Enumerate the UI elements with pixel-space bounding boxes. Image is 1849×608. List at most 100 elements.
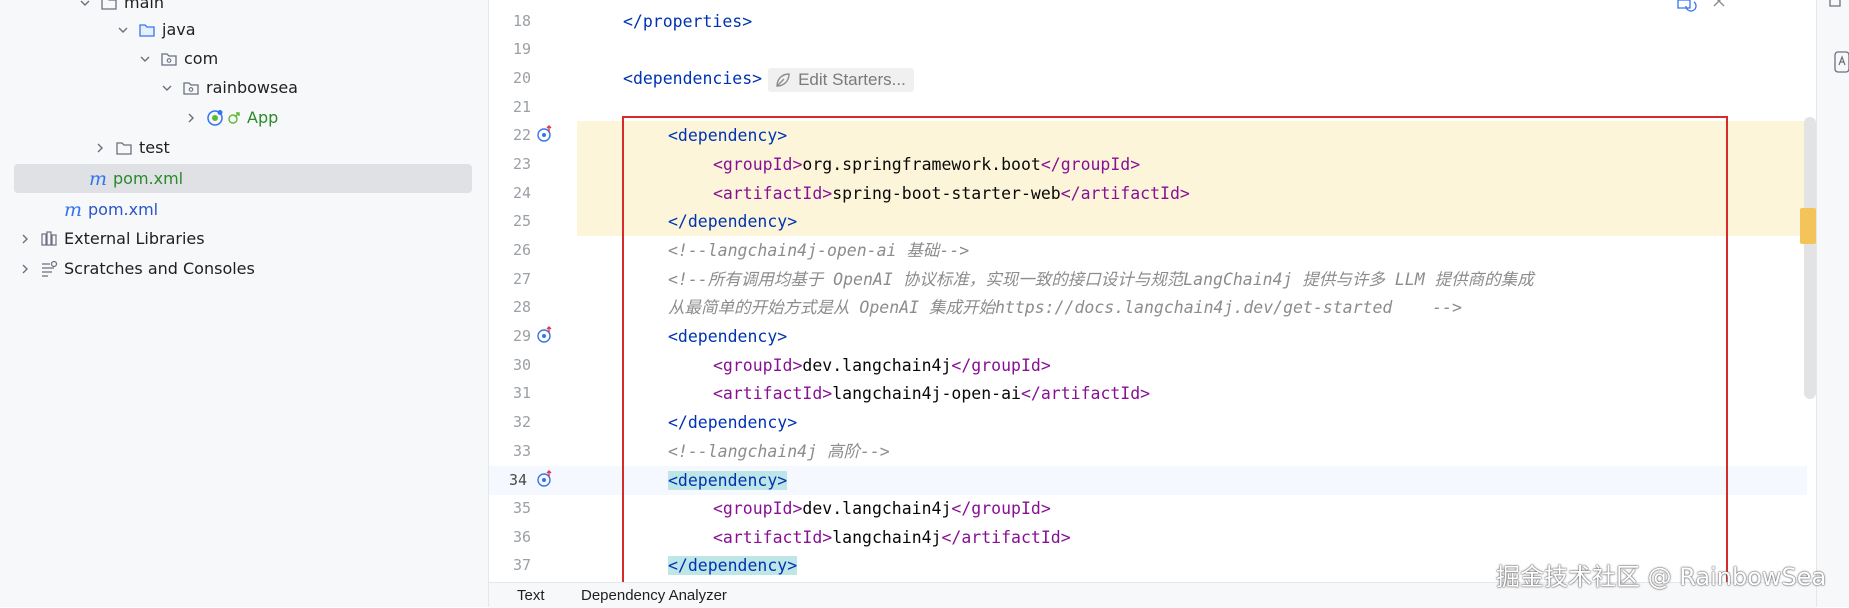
tree-item-label: main xyxy=(124,0,164,12)
code-line-18: </properties> xyxy=(623,7,752,36)
xml-tag: <groupId> xyxy=(713,155,803,174)
xml-bracket: > xyxy=(752,69,763,88)
ai-assistant-icon[interactable] xyxy=(1833,50,1849,74)
tree-item-label: External Libraries xyxy=(64,229,205,248)
code-line-34: <dependency> xyxy=(668,466,788,495)
tab-text[interactable]: Text xyxy=(517,587,545,604)
chevron-right-icon[interactable] xyxy=(184,111,198,125)
scrollbar-marker xyxy=(1800,208,1816,244)
xml-value: langchain4j xyxy=(832,528,942,547)
close-icon[interactable] xyxy=(1712,0,1726,8)
line-number: 22 xyxy=(512,126,531,144)
project-tree: main java com rainbowsea App test m pom.… xyxy=(0,0,489,607)
spring-class-icon xyxy=(206,109,224,127)
line-number: 30 xyxy=(512,356,531,374)
code-line-33: <!--langchain4j 高阶--> xyxy=(668,437,890,466)
edit-starters-hint[interactable]: Edit Starters... xyxy=(768,67,914,92)
xml-tag-matched: <dependency> xyxy=(668,471,788,490)
code-line-23: <groupId>org.springframework.boot</group… xyxy=(713,150,1140,179)
line-number: 32 xyxy=(512,413,531,431)
xml-tag: </artifactId> xyxy=(1020,384,1151,403)
tree-item-label: rainbowsea xyxy=(206,78,298,97)
chevron-down-icon[interactable] xyxy=(138,52,152,66)
package-icon xyxy=(182,79,200,97)
xml-tag: <artifactId> xyxy=(713,184,833,203)
code-line-32: </dependency> xyxy=(668,408,797,437)
xml-tag: </artifactId> xyxy=(1060,184,1190,203)
code-line-37: </dependency> xyxy=(668,551,798,580)
xml-tag: <groupId> xyxy=(713,499,803,518)
watermark: 掘金技术社区 @ RainbowSea xyxy=(1496,563,1827,591)
chevron-right-icon[interactable] xyxy=(18,262,32,276)
tree-item-external-libraries[interactable]: External Libraries xyxy=(0,224,506,253)
xml-tag: </dependency> xyxy=(668,413,798,432)
xml-tag: dependencies xyxy=(632,69,753,88)
code-line-20: <dependencies> Edit Starters... xyxy=(623,64,914,93)
line-number: 26 xyxy=(512,241,531,259)
editor-toolbar xyxy=(1676,0,1736,14)
comment-link[interactable]: https://docs.langchain4j.dev/get-started xyxy=(995,298,1392,317)
code-line-25: </dependency> xyxy=(668,207,797,236)
code-line-31: <artifactId>langchain4j-open-ai</artifac… xyxy=(713,379,1150,408)
tab-dependency-analyzer[interactable]: Dependency Analyzer xyxy=(581,587,727,604)
code-line-26: <!--langchain4j-open-ai 基础--> xyxy=(668,236,969,265)
xml-tag: </groupId> xyxy=(1040,155,1141,174)
maven-reload-icon[interactable] xyxy=(1676,0,1698,12)
xml-comment: <!--langchain4j 高阶--> xyxy=(668,442,890,461)
tree-item-label: Scratches and Consoles xyxy=(64,259,255,278)
tree-item-label: com xyxy=(184,49,219,68)
line-number: 24 xyxy=(512,184,531,202)
xml-comment: <!--所有调用均基于 OpenAI 协议标准，实现一致的接口设计与规范Lang… xyxy=(668,270,1534,289)
xml-tag: </groupId> xyxy=(951,356,1051,375)
line-number: 37 xyxy=(512,556,531,574)
xml-tag-matched: </dependency> xyxy=(668,556,798,575)
overrides-managed-version-icon[interactable] xyxy=(536,326,554,344)
xml-value: org.springframework.boot xyxy=(802,155,1041,174)
tree-item-root-pom[interactable]: m pom.xml xyxy=(0,195,552,224)
line-number: 36 xyxy=(512,528,531,546)
code-line-27: <!--所有调用均基于 OpenAI 协议标准，实现一致的接口设计与规范Lang… xyxy=(668,265,1534,294)
overrides-managed-version-icon[interactable] xyxy=(536,470,554,488)
xml-tag: <groupId> xyxy=(713,356,803,375)
chevron-down-icon[interactable] xyxy=(116,23,130,37)
xml-tag: <artifactId> xyxy=(713,384,833,403)
code-line-24: <artifactId>spring-boot-starter-web</art… xyxy=(713,179,1190,208)
xml-value: dev.langchain4j xyxy=(802,499,952,518)
code-line-28: 从最简单的开始方式是从 OpenAI 集成开始https://docs.lang… xyxy=(668,293,1462,322)
editor-gutter: 18 19 20 21 22 23 24 25 26 27 28 29 30 3… xyxy=(489,0,577,582)
package-icon xyxy=(160,50,178,68)
chevron-down-icon[interactable] xyxy=(160,81,174,95)
spring-leaf-icon xyxy=(776,72,790,87)
tree-item-label: App xyxy=(247,108,279,127)
maven-icon: m xyxy=(64,198,83,221)
source-folder-icon xyxy=(138,21,156,39)
chevron-right-icon[interactable] xyxy=(93,141,107,155)
xml-comment: --> xyxy=(1392,298,1462,317)
selection-highlight xyxy=(14,164,472,193)
chevron-down-icon[interactable] xyxy=(78,0,92,10)
folder-icon xyxy=(115,139,133,157)
line-number-current: 34 xyxy=(489,466,577,495)
tree-item-label: pom.xml xyxy=(113,169,184,188)
line-number: 25 xyxy=(512,212,531,230)
line-number: 19 xyxy=(512,40,531,58)
xml-tag: </artifactId> xyxy=(941,528,1071,547)
code-editor[interactable]: </properties> <dependencies> Edit Starter… xyxy=(577,0,1807,582)
maven-icon: m xyxy=(89,167,108,190)
folder-icon xyxy=(100,0,118,12)
xml-bracket: < xyxy=(623,69,633,88)
tree-item-label: pom.xml xyxy=(88,200,159,219)
tree-item-scratches[interactable]: Scratches and Consoles xyxy=(0,254,506,283)
xml-comment: 从最简单的开始方式是从 OpenAI 集成开始 xyxy=(668,298,995,317)
xml-tag: <dependency> xyxy=(668,126,788,145)
line-number: 29 xyxy=(512,327,531,345)
code-line-22: <dependency> xyxy=(668,121,787,150)
xml-tag: </dependency> xyxy=(668,212,798,231)
overrides-managed-version-icon[interactable] xyxy=(536,125,554,143)
chevron-right-icon[interactable] xyxy=(18,232,32,246)
editor-scrollbar[interactable] xyxy=(1804,117,1816,399)
notifications-icon[interactable] xyxy=(1827,0,1843,10)
line-number: 21 xyxy=(512,98,531,116)
line-number: 33 xyxy=(512,442,531,460)
line-number: 28 xyxy=(512,298,531,316)
